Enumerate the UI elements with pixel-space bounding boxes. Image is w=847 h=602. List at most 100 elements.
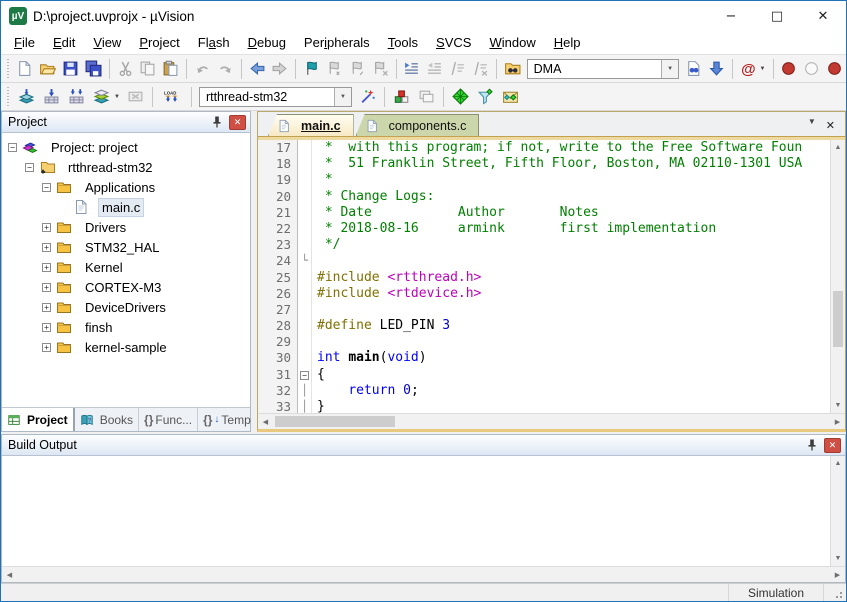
- build-button[interactable]: [40, 85, 63, 108]
- menu-debug[interactable]: Debug: [239, 32, 295, 53]
- pack-installer-button[interactable]: [499, 85, 522, 108]
- toolbar-gripper[interactable]: [5, 59, 11, 79]
- tree-item-finsh[interactable]: +finsh: [2, 317, 250, 337]
- menu-project[interactable]: Project: [130, 32, 188, 53]
- line-number[interactable]: 23: [258, 237, 298, 253]
- new-file-button[interactable]: [14, 57, 35, 80]
- manage-rte-button[interactable]: [449, 85, 472, 108]
- dropdown-caret-icon[interactable]: ▼: [760, 66, 766, 72]
- expand-icon[interactable]: +: [42, 283, 51, 292]
- scroll-down-icon[interactable]: ▼: [831, 551, 845, 566]
- enable-disable-breakpoint-button[interactable]: [801, 57, 822, 80]
- scroll-right-icon[interactable]: ▶: [830, 567, 845, 582]
- build-output-close-icon[interactable]: ✕: [824, 438, 841, 453]
- find-in-files-button[interactable]: [683, 57, 704, 80]
- line-number[interactable]: 32: [258, 383, 298, 399]
- tree-item-rtthread-stm32[interactable]: −rtthread-stm32: [2, 157, 250, 177]
- menu-svcs[interactable]: SVCS: [427, 32, 480, 53]
- line-number[interactable]: 26: [258, 286, 298, 302]
- document-list-icon[interactable]: ▼: [808, 117, 816, 126]
- rebuild-button[interactable]: [65, 85, 88, 108]
- line-number[interactable]: 27: [258, 302, 298, 318]
- editor-tab-main-c[interactable]: main.c: [268, 114, 354, 136]
- tree-item-main-c[interactable]: main.c: [2, 197, 250, 217]
- quick-find-button[interactable]: @: [738, 57, 759, 80]
- tree-item-applications[interactable]: −Applications: [2, 177, 250, 197]
- expand-icon[interactable]: +: [42, 323, 51, 332]
- collapse-icon[interactable]: −: [42, 183, 51, 192]
- line-number[interactable]: 25: [258, 270, 298, 286]
- disable-all-breakpoints-button[interactable]: [824, 57, 845, 80]
- batch-build-button[interactable]: [90, 85, 113, 108]
- scroll-right-icon[interactable]: ▶: [830, 414, 845, 429]
- scroll-up-icon[interactable]: ▲: [831, 140, 845, 155]
- paste-button[interactable]: [160, 57, 181, 80]
- expand-icon[interactable]: +: [42, 243, 51, 252]
- build-output-horizontal-scrollbar[interactable]: ◀ ▶: [2, 566, 845, 582]
- toolbar-gripper[interactable]: [5, 87, 12, 107]
- line-number[interactable]: 22: [258, 221, 298, 237]
- tree-item-cortex-m3[interactable]: +CORTEX-M3: [2, 277, 250, 297]
- collapse-icon[interactable]: −: [25, 163, 34, 172]
- expand-icon[interactable]: +: [42, 343, 51, 352]
- scroll-up-icon[interactable]: ▲: [831, 456, 845, 471]
- search-in-files-button[interactable]: [502, 57, 523, 80]
- maximize-button[interactable]: □: [754, 1, 800, 31]
- scroll-left-icon[interactable]: ◀: [2, 567, 17, 582]
- options-for-target-button[interactable]: [356, 85, 379, 108]
- scroll-down-icon[interactable]: ▼: [831, 398, 845, 413]
- pin-icon[interactable]: [804, 437, 820, 453]
- line-number[interactable]: 28: [258, 318, 298, 334]
- menu-peripherals[interactable]: Peripherals: [295, 32, 379, 53]
- panel-tab-books[interactable]: ?Books: [75, 408, 139, 431]
- menu-flash[interactable]: Flash: [189, 32, 239, 53]
- expand-icon[interactable]: +: [42, 223, 51, 232]
- tree-item-stm32-hal[interactable]: +STM32_HAL: [2, 237, 250, 257]
- open-file-button[interactable]: [37, 57, 58, 80]
- insert-remove-breakpoint-button[interactable]: [778, 57, 799, 80]
- editor-horizontal-scrollbar[interactable]: ◀ ▶: [258, 413, 845, 429]
- line-number[interactable]: 19: [258, 172, 298, 188]
- line-number[interactable]: 20: [258, 189, 298, 205]
- line-number[interactable]: 31: [258, 367, 298, 383]
- line-number[interactable]: 18: [258, 156, 298, 172]
- fold-collapse-icon[interactable]: −: [298, 367, 312, 383]
- tree-item-kernel-sample[interactable]: +kernel-sample: [2, 337, 250, 357]
- expand-icon[interactable]: +: [42, 303, 51, 312]
- build-output-vertical-scrollbar[interactable]: ▲ ▼: [830, 456, 845, 566]
- indent-button[interactable]: [402, 57, 423, 80]
- panel-tab-functions[interactable]: {}Func...: [139, 408, 198, 431]
- tree-item-kernel[interactable]: +Kernel: [2, 257, 250, 277]
- translate-file-button[interactable]: [15, 85, 38, 108]
- panel-tab-project[interactable]: Project: [2, 408, 75, 431]
- download-load-button[interactable]: LOAD: [158, 85, 186, 108]
- menu-view[interactable]: View: [84, 32, 130, 53]
- editor-tab-components-c[interactable]: components.c: [356, 114, 480, 136]
- find-text-combo[interactable]: DMA▼: [527, 59, 679, 79]
- menu-tools[interactable]: Tools: [379, 32, 427, 53]
- dropdown-caret-icon[interactable]: ▼: [114, 94, 120, 100]
- line-number[interactable]: 29: [258, 334, 298, 350]
- line-number[interactable]: 24: [258, 253, 298, 269]
- line-number[interactable]: 33: [258, 399, 298, 413]
- close-button[interactable]: ✕: [800, 1, 846, 31]
- scroll-left-icon[interactable]: ◀: [258, 414, 273, 429]
- line-number[interactable]: 21: [258, 205, 298, 221]
- chevron-down-icon[interactable]: ▼: [661, 60, 678, 78]
- pin-icon[interactable]: [209, 114, 225, 130]
- line-number[interactable]: 30: [258, 350, 298, 366]
- save-all-button[interactable]: [83, 57, 104, 80]
- menu-help[interactable]: Help: [545, 32, 590, 53]
- resize-grip[interactable]: [824, 584, 846, 601]
- incremental-find-button[interactable]: [706, 57, 727, 80]
- menu-window[interactable]: Window: [480, 32, 544, 53]
- manage-project-items-button[interactable]: [390, 85, 413, 108]
- navigate-back-button[interactable]: [247, 57, 268, 80]
- build-output-content[interactable]: [2, 456, 830, 566]
- target-select-combo[interactable]: rtthread-stm32▼: [199, 87, 352, 107]
- expand-icon[interactable]: +: [42, 263, 51, 272]
- tree-item-drivers[interactable]: +Drivers: [2, 217, 250, 237]
- toggle-bookmark-button[interactable]: [301, 57, 322, 80]
- minimize-button[interactable]: −: [708, 1, 754, 31]
- menu-edit[interactable]: Edit: [44, 32, 84, 53]
